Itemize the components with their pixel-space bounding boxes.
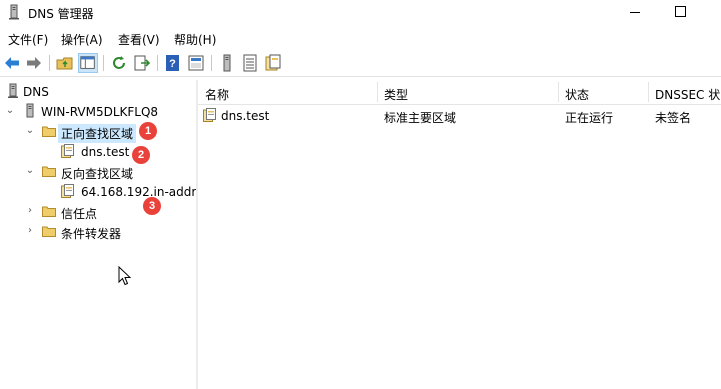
list-item[interactable]: dns.test 标准主要区域 正在运行 未签名 bbox=[198, 106, 721, 126]
column-header-type[interactable]: 类型 bbox=[384, 86, 554, 103]
cell-status: 正在运行 bbox=[565, 111, 614, 125]
column-header-name[interactable]: 名称 bbox=[205, 86, 375, 103]
show-hide-tree-icon[interactable] bbox=[78, 53, 98, 73]
toolbar-separator bbox=[49, 55, 50, 71]
folder-icon bbox=[42, 166, 56, 177]
chevron-down-icon[interactable]: ⌄ bbox=[24, 125, 36, 137]
tree-item-reverse-zones[interactable]: ⌄ 反向查找区域 bbox=[0, 162, 196, 182]
tree-label-dns: DNS bbox=[23, 85, 49, 99]
folder-icon bbox=[42, 226, 56, 237]
list-icon[interactable] bbox=[240, 53, 260, 73]
annotation-badge-1: 1 bbox=[139, 122, 157, 140]
server-icon bbox=[26, 103, 34, 118]
folder-icon bbox=[42, 206, 56, 217]
tree-item-forward-zones[interactable]: ⌄ 正向查找区域 bbox=[0, 122, 196, 143]
folder-icon bbox=[42, 126, 56, 137]
menu-view[interactable]: 查看(V) bbox=[118, 31, 160, 48]
cell-type: 标准主要区域 bbox=[384, 111, 457, 125]
toolbar-separator bbox=[103, 55, 104, 71]
chevron-down-icon[interactable]: ⌄ bbox=[4, 105, 16, 117]
annotation-badge-3: 3 bbox=[143, 197, 161, 215]
tree-item-conditional-forwarders[interactable]: › 条件转发器 bbox=[0, 222, 196, 242]
toolbar: ? bbox=[0, 50, 721, 77]
tree-item-server[interactable]: ⌄ WIN-RVM5DLKFLQ8 bbox=[0, 102, 196, 122]
list-header: 名称 类型 状态 DNSSEC 状 bbox=[198, 80, 721, 105]
toolbar-separator bbox=[211, 55, 212, 71]
results-pane: 名称 类型 状态 DNSSEC 状 dns.test 标准主要区域 正在运行 未… bbox=[198, 80, 721, 389]
tree-item-dns[interactable]: DNS bbox=[0, 82, 196, 102]
refresh-icon[interactable] bbox=[109, 53, 129, 73]
dns-icon bbox=[8, 83, 18, 98]
export-list-icon[interactable] bbox=[132, 53, 152, 73]
toolbar-separator bbox=[157, 55, 158, 71]
dns-manager-icon bbox=[9, 4, 19, 20]
mouse-cursor-icon bbox=[118, 266, 132, 286]
menu-action[interactable]: 操作(A) bbox=[61, 31, 103, 48]
server-icon[interactable] bbox=[217, 53, 237, 73]
annotation-badge-2: 2 bbox=[132, 146, 150, 164]
column-divider[interactable] bbox=[377, 82, 378, 102]
window-title: DNS 管理器 bbox=[28, 7, 94, 21]
tree-label-reverse-zone: 64.168.192.in-addr. bbox=[81, 185, 200, 199]
menu-file[interactable]: 文件(F) bbox=[8, 31, 48, 48]
chevron-right-icon[interactable]: › bbox=[24, 225, 36, 237]
help-icon[interactable]: ? bbox=[163, 53, 183, 73]
tree-label-server: WIN-RVM5DLKFLQ8 bbox=[41, 105, 159, 119]
column-header-dnssec[interactable]: DNSSEC 状 bbox=[655, 86, 721, 103]
forward-icon[interactable] bbox=[24, 53, 44, 73]
menu-bar: 文件(F) 操作(A) 查看(V) 帮助(H) bbox=[0, 28, 721, 48]
column-divider[interactable] bbox=[558, 82, 559, 102]
minimize-button[interactable] bbox=[612, 0, 658, 26]
zone-file-icon bbox=[203, 108, 216, 122]
tree-item-reverse-zone[interactable]: 64.168.192.in-addr. bbox=[0, 182, 199, 202]
zone-file-icon bbox=[61, 184, 74, 198]
maximize-button[interactable] bbox=[658, 0, 704, 26]
tree-label-reverse-zones: 反向查找区域 bbox=[61, 167, 134, 181]
tree-label-conditional-forwarders: 条件转发器 bbox=[61, 227, 122, 241]
tree-item-dns-test[interactable]: dns.test bbox=[0, 142, 196, 162]
chevron-right-icon[interactable]: › bbox=[24, 205, 36, 217]
column-divider[interactable] bbox=[648, 82, 649, 102]
properties-icon[interactable] bbox=[186, 53, 206, 73]
back-icon[interactable] bbox=[2, 53, 22, 73]
tree-label-dns-test: dns.test bbox=[81, 145, 130, 159]
column-header-status[interactable]: 状态 bbox=[565, 86, 645, 103]
menu-help[interactable]: 帮助(H) bbox=[174, 31, 216, 48]
zone-icon[interactable] bbox=[263, 53, 283, 73]
cell-dnssec: 未签名 bbox=[655, 111, 692, 125]
svg-text:?: ? bbox=[169, 58, 176, 70]
chevron-down-icon[interactable]: ⌄ bbox=[24, 165, 36, 177]
tree-label-forward-zones: 正向查找区域 bbox=[58, 124, 137, 143]
title-bar: DNS 管理器 bbox=[0, 0, 721, 26]
up-folder-icon[interactable] bbox=[55, 53, 75, 73]
console-tree: DNS ⌄ WIN-RVM5DLKFLQ8 ⌄ 正向查找区域 dns.test … bbox=[0, 80, 199, 389]
zone-file-icon bbox=[61, 144, 74, 158]
tree-item-trust-points[interactable]: › 信任点 bbox=[0, 202, 196, 222]
cell-name: dns.test bbox=[221, 109, 270, 123]
tree-label-trust-points: 信任点 bbox=[61, 207, 98, 221]
